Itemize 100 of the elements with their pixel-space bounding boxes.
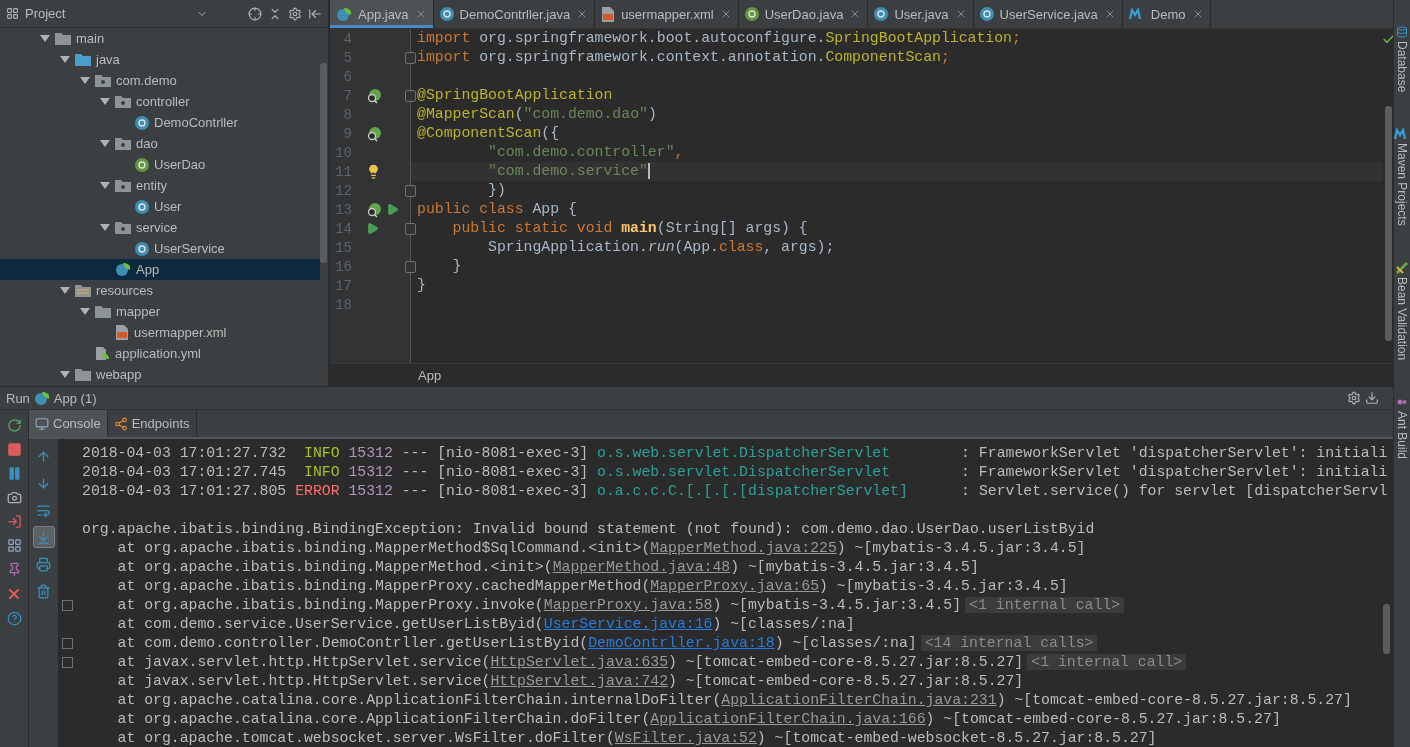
lightbulb-icon[interactable] — [366, 164, 381, 179]
internal-calls-fold[interactable]: <14 internal calls> — [920, 635, 1098, 651]
run-tab[interactable]: Console — [29, 410, 108, 437]
class-icon — [874, 7, 889, 21]
code-line: @ComponentScan({ — [416, 124, 561, 143]
tree-item-label: User — [154, 199, 182, 214]
database-icon — [1396, 26, 1408, 38]
expand-arrow-icon[interactable] — [100, 97, 110, 106]
stop-icon[interactable] — [6, 442, 22, 457]
code-line: } — [416, 276, 427, 295]
tree-item-label: usermapper.xml — [134, 325, 227, 340]
fold-marker-icon[interactable] — [405, 52, 416, 64]
rerun-icon[interactable] — [6, 418, 22, 433]
expand-arrow-icon[interactable] — [100, 181, 110, 190]
pause-icon[interactable] — [6, 466, 22, 481]
tree-item[interactable]: DemoContrller — [0, 112, 320, 133]
hide-panel-icon[interactable] — [308, 6, 322, 21]
tree-item[interactable]: main — [0, 28, 320, 49]
camera-icon[interactable] — [6, 490, 22, 505]
console-line: at org.apache.ibatis.binding.MapperProxy.cachedMapperMethod(MapperProxy.java:65) ~[mybatis-3.4.5.jar:3.4.5] — [116, 577, 1068, 596]
folder-icon — [95, 305, 111, 318]
expand-icon[interactable] — [62, 638, 73, 649]
expand-arrow-icon[interactable] — [100, 223, 110, 232]
source-link[interactable]: MapperProxy.java:58 — [543, 597, 713, 613]
locate-icon[interactable] — [248, 6, 262, 21]
source-link[interactable]: MapperMethod.java:225 — [650, 540, 837, 556]
source-link[interactable]: HttpServlet.java:742 — [490, 673, 669, 689]
scrollbar-thumb[interactable] — [320, 63, 327, 263]
tree-item[interactable]: service — [0, 217, 320, 238]
editor-tab[interactable]: App.java — [330, 0, 434, 28]
expand-icon[interactable] — [62, 600, 73, 611]
tree-item[interactable]: UserService — [0, 238, 320, 259]
console-line: at org.apache.catalina.core.ApplicationFilterChain.doFilter(ApplicationFilterChain.java:166) ~[tomcat-embed-core-8.5.27.jar:8.5.27] — [116, 710, 1281, 729]
code-line: import org.springframework.boot.autoconfigure.SpringBootApplication; — [416, 29, 1022, 48]
source-link[interactable]: HttpServlet.java:635 — [490, 654, 669, 670]
tree-item[interactable]: mapper — [0, 301, 320, 322]
code-line: @MapperScan("com.demo.dao") — [416, 105, 658, 124]
tree-item-label: java — [96, 52, 120, 67]
help-icon[interactable] — [6, 611, 22, 626]
tool-window-button[interactable]: Database — [1395, 26, 1409, 93]
run-icon[interactable] — [386, 203, 399, 216]
expand-icon[interactable] — [62, 657, 73, 668]
source-link[interactable]: UserService.java:16 — [543, 616, 713, 632]
tree-item[interactable]: dao — [0, 133, 320, 154]
tree-item[interactable]: User — [0, 196, 320, 217]
tree-item-label: App — [136, 262, 160, 277]
settings-icon[interactable] — [288, 6, 302, 21]
settings-icon[interactable] — [1347, 391, 1361, 405]
internal-calls-fold[interactable]: <1 internal call> — [1027, 654, 1187, 670]
pin-icon[interactable] — [6, 562, 22, 577]
tree-item[interactable]: webapp — [0, 364, 320, 385]
breadcrumb-item[interactable]: App — [418, 367, 442, 383]
tree-item[interactable]: com.demo — [0, 70, 320, 91]
tree-item-label: application.yml — [115, 346, 201, 361]
expand-arrow-icon[interactable] — [100, 139, 110, 148]
tab-label: App.java — [358, 6, 409, 22]
run-config-tab[interactable]: App (1) — [53, 390, 97, 406]
close-icon[interactable] — [6, 586, 22, 602]
folder-icon — [75, 53, 91, 66]
source-link[interactable]: MapperProxy.java:65 — [650, 578, 819, 594]
minimize-icon[interactable] — [1365, 391, 1379, 405]
source-link[interactable]: ApplicationFilterChain.java:231 — [721, 692, 997, 708]
source-link[interactable]: MapperMethod.java:48 — [552, 559, 731, 575]
tree-item[interactable]: controller — [0, 91, 320, 112]
expand-arrow-icon[interactable] — [60, 286, 70, 295]
run-icon[interactable] — [366, 222, 379, 235]
fold-marker-icon[interactable] — [405, 223, 416, 235]
tree-item[interactable]: application.yml — [0, 343, 320, 364]
collapse-all-icon[interactable] — [268, 6, 282, 21]
expand-arrow-icon[interactable] — [60, 370, 70, 379]
scrollbar-thumb[interactable] — [1383, 604, 1390, 654]
tree-item[interactable]: java — [0, 49, 320, 70]
tool-window-button[interactable]: Ant Build — [1395, 396, 1409, 460]
scroll-to-end-icon[interactable] — [32, 526, 55, 548]
tree-item[interactable]: usermapper.xml — [0, 322, 320, 343]
fold-marker-icon[interactable] — [405, 261, 416, 273]
tool-window-button[interactable]: Maven Projects — [1394, 128, 1410, 227]
tree-item[interactable]: entity — [0, 175, 320, 196]
fold-marker-icon[interactable] — [405, 90, 416, 102]
code-line: "com.demo.controller", — [487, 143, 685, 162]
scrollbar-thumb[interactable] — [1384, 106, 1392, 341]
expand-arrow-icon[interactable] — [80, 307, 90, 316]
tree-item[interactable]: App — [0, 259, 320, 280]
tree-item[interactable]: resources — [0, 280, 320, 301]
layout-icon[interactable] — [6, 538, 22, 553]
exit-icon[interactable] — [6, 514, 22, 529]
spring-leaf-icon — [33, 390, 50, 406]
source-link[interactable]: WsFilter.java:52 — [614, 730, 757, 746]
expand-arrow-icon[interactable] — [40, 34, 50, 43]
run-tab[interactable]: Endpoints — [107, 410, 197, 437]
panel-title[interactable]: Project — [25, 6, 190, 21]
source-link[interactable]: DemoContrller.java:18 — [588, 635, 775, 651]
tab-label: Demo — [1150, 6, 1186, 22]
source-link[interactable]: ApplicationFilterChain.java:166 — [650, 711, 926, 727]
expand-arrow-icon[interactable] — [60, 55, 70, 64]
tool-window-button[interactable]: Bean Validation — [1395, 262, 1409, 361]
tree-item[interactable]: UserDao — [0, 154, 320, 175]
internal-calls-fold[interactable]: <1 internal call> — [965, 597, 1125, 613]
expand-arrow-icon[interactable] — [80, 76, 90, 85]
fold-marker-icon[interactable] — [405, 185, 416, 197]
